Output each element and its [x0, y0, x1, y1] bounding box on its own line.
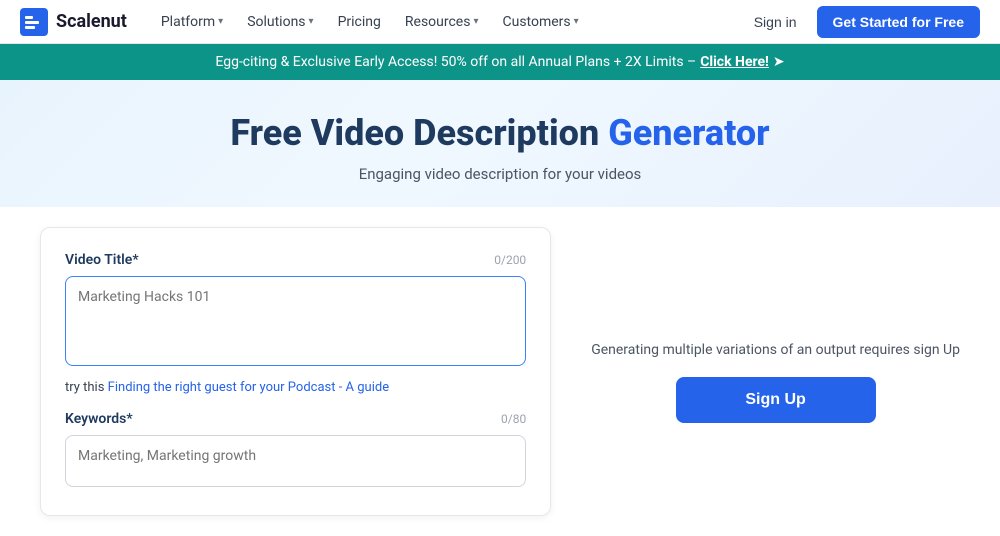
- right-panel: Generating multiple variations of an out…: [591, 227, 960, 516]
- nav-item-resources[interactable]: Resources ▾: [395, 0, 489, 44]
- keywords-label: Keywords*: [65, 411, 133, 427]
- form-section: Video Title* 0/200 try this Finding the …: [40, 227, 551, 516]
- try-this-link[interactable]: Finding the right guest for your Podcast…: [108, 380, 389, 395]
- sign-in-button[interactable]: Sign in: [746, 14, 805, 30]
- chevron-down-icon: ▾: [218, 16, 223, 27]
- keywords-char-count: 0/80: [501, 412, 526, 426]
- navbar: Scalenut Platform ▾ Solutions ▾ Pricing …: [0, 0, 1000, 44]
- signup-button[interactable]: Sign Up: [676, 377, 876, 423]
- banner-text: Egg-citing & Exclusive Early Access! 50%…: [215, 54, 696, 70]
- video-title-header: Video Title* 0/200: [65, 252, 526, 268]
- chevron-down-icon: ▾: [309, 16, 314, 27]
- video-title-char-count: 0/200: [494, 253, 526, 267]
- keywords-section: Keywords* 0/80: [65, 411, 526, 491]
- chevron-down-icon: ▾: [473, 16, 478, 27]
- form-card: Video Title* 0/200 try this Finding the …: [40, 227, 551, 516]
- hero-section: Free Video Description Generator Engagin…: [0, 80, 1000, 207]
- signup-hint-text: Generating multiple variations of an out…: [591, 340, 960, 361]
- nav-item-customers[interactable]: Customers ▾: [493, 0, 589, 44]
- page-title: Free Video Description Generator: [20, 112, 980, 155]
- banner-link[interactable]: Click Here!: [700, 54, 769, 70]
- try-this-section: try this Finding the right guest for you…: [65, 380, 526, 395]
- keywords-header: Keywords* 0/80: [65, 411, 526, 427]
- hero-subtitle: Engaging video description for your vide…: [20, 165, 980, 183]
- get-started-button[interactable]: Get Started for Free: [817, 6, 980, 38]
- promo-banner: Egg-citing & Exclusive Early Access! 50%…: [0, 44, 1000, 80]
- video-title-input[interactable]: [65, 276, 526, 366]
- logo-text: Scalenut: [56, 11, 127, 32]
- nav-items: Platform ▾ Solutions ▾ Pricing Resources…: [151, 0, 746, 44]
- main-content: Video Title* 0/200 try this Finding the …: [0, 207, 1000, 536]
- logo[interactable]: Scalenut: [20, 8, 127, 36]
- nav-right: Sign in Get Started for Free: [746, 6, 980, 38]
- scalenut-logo-icon: [20, 8, 48, 36]
- chevron-down-icon: ▾: [574, 16, 579, 27]
- banner-arrow-icon: ➤: [773, 54, 785, 70]
- video-title-label: Video Title*: [65, 252, 139, 268]
- nav-item-platform[interactable]: Platform ▾: [151, 0, 233, 44]
- nav-item-solutions[interactable]: Solutions ▾: [237, 0, 323, 44]
- keywords-input[interactable]: [65, 435, 526, 487]
- nav-item-pricing[interactable]: Pricing: [328, 0, 391, 44]
